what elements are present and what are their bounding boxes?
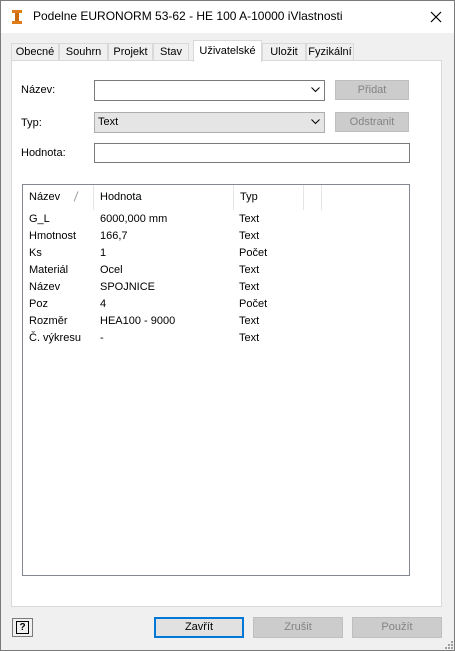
column-header-name[interactable]: Název xyxy=(23,185,94,210)
list-item[interactable]: Č. výkresu - Text xyxy=(23,330,409,347)
cancel-button[interactable]: Zrušit xyxy=(253,617,343,638)
name-combobox[interactable] xyxy=(94,80,325,101)
cell-value: Ocel xyxy=(100,264,123,276)
name-label: Název: xyxy=(21,84,56,96)
window-title: Podelne EURONORM 53-62 - HE 100 A-10000 … xyxy=(33,9,343,23)
list-item[interactable]: Hmotnost 166,7 Text xyxy=(23,228,409,245)
column-header-value[interactable]: Hodnota xyxy=(94,185,234,210)
cell-value: 6000,000 mm xyxy=(100,213,168,225)
cell-name: Hmotnost xyxy=(29,230,77,242)
type-label: Typ: xyxy=(21,117,42,129)
add-button[interactable]: Přidat xyxy=(335,80,409,100)
cell-value: - xyxy=(100,332,104,344)
cell-name: Rozměr xyxy=(29,315,68,327)
cell-type: Počet xyxy=(239,298,268,310)
list-item[interactable]: Poz 4 Počet xyxy=(23,296,409,313)
column-header-extra[interactable] xyxy=(304,185,322,210)
cell-name: Ks xyxy=(29,247,42,259)
tab-projekt[interactable]: Projekt xyxy=(108,43,153,61)
title-bar: Podelne EURONORM 53-62 - HE 100 A-10000 … xyxy=(1,1,454,33)
cell-type: Počet xyxy=(239,247,268,259)
type-combobox-value: Text xyxy=(98,116,119,128)
cell-type: Text xyxy=(239,213,260,225)
column-header-type[interactable]: Typ xyxy=(234,185,304,210)
cell-value: 4 xyxy=(100,298,107,310)
cell-value: 1 xyxy=(100,247,107,259)
cell-type: Text xyxy=(239,315,260,327)
close-button[interactable]: Zavřít xyxy=(154,617,244,638)
list-header: Název Hodnota Typ xyxy=(23,185,409,210)
list-item[interactable]: Název SPOJNICE Text xyxy=(23,279,409,296)
cell-value: 166,7 xyxy=(100,230,128,242)
properties-list[interactable]: Název Hodnota Typ G_L 6000,000 mm Text H… xyxy=(22,184,410,576)
i-beam-icon xyxy=(11,9,23,25)
type-combobox[interactable]: Text xyxy=(94,112,325,133)
help-icon: ? xyxy=(16,621,29,634)
column-header-name-label: Název xyxy=(29,191,61,203)
tab-souhrn[interactable]: Souhrn xyxy=(59,43,108,61)
cell-value: HEA100 - 9000 xyxy=(100,315,176,327)
list-item[interactable]: Materiál Ocel Text xyxy=(23,262,409,279)
tab-stav[interactable]: Stav xyxy=(153,43,189,61)
cell-name: G_L xyxy=(29,213,50,225)
remove-button[interactable]: Odstranit xyxy=(335,112,409,132)
cell-type: Text xyxy=(239,264,260,276)
sort-indicator-icon xyxy=(73,191,79,202)
close-window-button[interactable] xyxy=(419,1,453,33)
resize-grip-icon[interactable] xyxy=(444,640,453,649)
cell-type: Text xyxy=(239,230,260,242)
cell-name: Materiál xyxy=(29,264,69,276)
list-item[interactable]: Rozměr HEA100 - 9000 Text xyxy=(23,313,409,330)
help-button[interactable]: ? xyxy=(12,618,33,637)
cell-type: Text xyxy=(239,332,260,344)
properties-dialog: Podelne EURONORM 53-62 - HE 100 A-10000 … xyxy=(0,0,455,651)
cell-name: Název xyxy=(29,281,61,293)
list-item[interactable]: G_L 6000,000 mm Text xyxy=(23,211,409,228)
list-item[interactable]: Ks 1 Počet xyxy=(23,245,409,262)
tab-ulozit[interactable]: Uložit xyxy=(262,43,306,61)
chevron-down-icon xyxy=(311,119,320,125)
tab-uzivatelske[interactable]: Uživatelské xyxy=(193,40,262,62)
cell-value: SPOJNICE xyxy=(100,281,156,293)
value-label: Hodnota: xyxy=(21,147,66,159)
cell-name: Poz xyxy=(29,298,48,310)
apply-button[interactable]: Použít xyxy=(352,617,442,638)
tab-fyzikalni[interactable]: Fyzikální xyxy=(306,43,354,61)
tab-obecne[interactable]: Obecné xyxy=(11,43,59,61)
tab-strip: Obecné Souhrn Projekt Stav Uživatelské U… xyxy=(11,40,451,62)
cell-type: Text xyxy=(239,281,260,293)
close-icon xyxy=(430,11,442,23)
value-input[interactable] xyxy=(94,143,410,163)
cell-name: Č. výkresu xyxy=(29,332,81,344)
chevron-down-icon xyxy=(311,87,320,93)
